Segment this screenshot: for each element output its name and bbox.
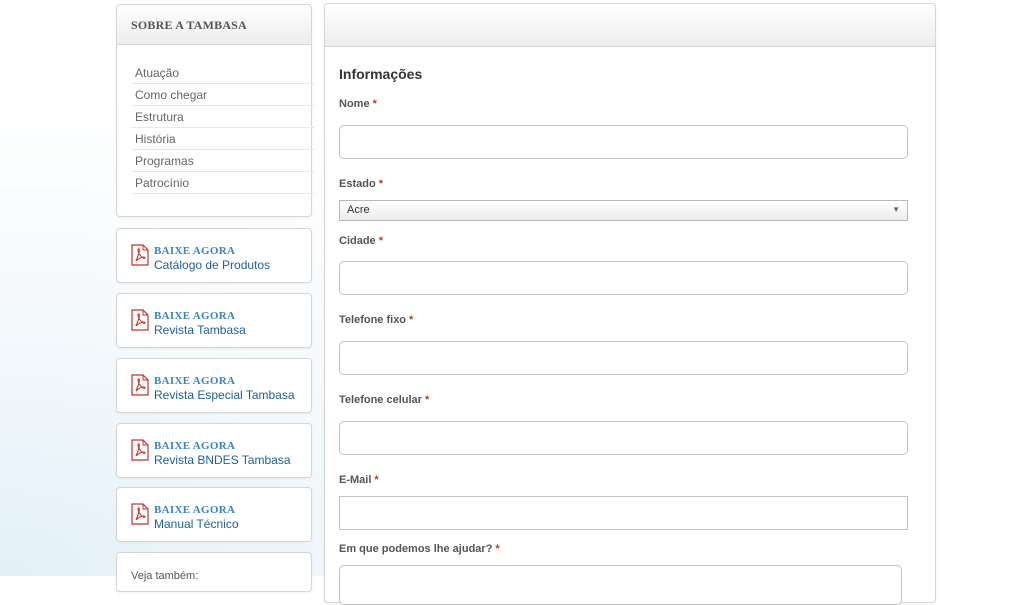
about-item-atuacao[interactable]: Atuação xyxy=(131,62,314,84)
ajuda-textarea[interactable] xyxy=(339,565,902,605)
download-title[interactable]: Manual Técnico xyxy=(154,517,239,531)
pdf-icon xyxy=(131,439,149,461)
required-mark: * xyxy=(374,474,379,486)
pdf-icon xyxy=(131,374,149,396)
cidade-input[interactable] xyxy=(339,261,908,295)
telefone-celular-label: Telefone celular * xyxy=(339,394,429,406)
cidade-label: Cidade * xyxy=(339,235,383,247)
download-title[interactable]: Revista BNDES Tambasa xyxy=(154,453,291,467)
about-item-historia[interactable]: História xyxy=(131,128,314,150)
estado-label: Estado * xyxy=(339,178,383,190)
nome-label: Nome * xyxy=(339,98,377,110)
nome-label-text: Nome xyxy=(339,98,370,110)
download-cta[interactable]: BAIXE AGORA xyxy=(154,310,235,322)
required-mark: * xyxy=(424,394,430,406)
email-input[interactable] xyxy=(339,496,908,530)
download-revista[interactable]: BAIXE AGORA Revista Tambasa xyxy=(116,293,312,348)
about-item-estrutura[interactable]: Estrutura xyxy=(131,106,314,128)
download-revista-bndes[interactable]: BAIXE AGORA Revista BNDES Tambasa xyxy=(116,423,312,478)
about-title: SOBRE A TAMBASA xyxy=(117,5,311,45)
download-cta[interactable]: BAIXE AGORA xyxy=(154,504,235,516)
email-label-text: E-Mail xyxy=(339,474,372,486)
telefone-fixo-label: Telefone fixo * xyxy=(339,314,413,326)
estado-selected-value: Acre xyxy=(347,204,370,216)
pdf-icon xyxy=(131,309,149,331)
about-panel: SOBRE A TAMBASA Atuação Como chegar Estr… xyxy=(116,4,314,217)
download-cta[interactable]: BAIXE AGORA xyxy=(154,245,235,257)
chevron-down-icon: ▼ xyxy=(892,205,900,214)
download-title[interactable]: Revista Especial Tambasa xyxy=(154,388,295,402)
about-item-como-chegar[interactable]: Como chegar xyxy=(131,84,314,106)
nome-input[interactable] xyxy=(339,125,908,159)
about-item-programas[interactable]: Programas xyxy=(131,150,314,172)
pdf-icon xyxy=(131,503,149,525)
required-mark: * xyxy=(495,543,500,555)
estado-select[interactable]: Acre ▼ xyxy=(339,200,908,221)
pdf-icon xyxy=(131,244,149,266)
telefone-fixo-input[interactable] xyxy=(339,341,908,375)
download-catalogo[interactable]: BAIXE AGORA Catálogo de Produtos xyxy=(116,228,312,283)
required-mark: * xyxy=(409,314,414,326)
cidade-label-text: Cidade xyxy=(339,235,376,247)
download-title[interactable]: Revista Tambasa xyxy=(154,323,246,337)
required-mark: * xyxy=(378,178,383,190)
download-cta[interactable]: BAIXE AGORA xyxy=(154,440,235,452)
telefone-celular-input[interactable] xyxy=(339,421,908,455)
about-menu: Atuação Como chegar Estrutura História P… xyxy=(131,62,314,194)
download-title[interactable]: Catálogo de Produtos xyxy=(154,258,270,272)
about-item-patrocinio[interactable]: Patrocínio xyxy=(131,172,314,194)
required-mark: * xyxy=(372,98,377,110)
telefone-fixo-label-text: Telefone fixo xyxy=(339,314,407,326)
download-revista-especial[interactable]: BAIXE AGORA Revista Especial Tambasa xyxy=(116,358,312,413)
required-mark: * xyxy=(378,235,383,247)
download-cta[interactable]: BAIXE AGORA xyxy=(154,375,235,387)
email-label: E-Mail * xyxy=(339,474,379,486)
form-panel-header xyxy=(325,4,935,47)
ajuda-label-text: Em que podemos lhe ajudar? xyxy=(339,543,493,555)
telefone-celular-label-text: Telefone celular xyxy=(339,394,422,406)
ajuda-label: Em que podemos lhe ajudar? * xyxy=(339,543,500,555)
estado-label-text: Estado xyxy=(339,178,376,190)
form-section-title: Informações xyxy=(339,66,423,82)
download-manual[interactable]: BAIXE AGORA Manual Técnico xyxy=(116,487,312,542)
see-also-panel: Veja também: xyxy=(116,552,312,592)
see-also-title: Veja também: xyxy=(131,570,199,582)
